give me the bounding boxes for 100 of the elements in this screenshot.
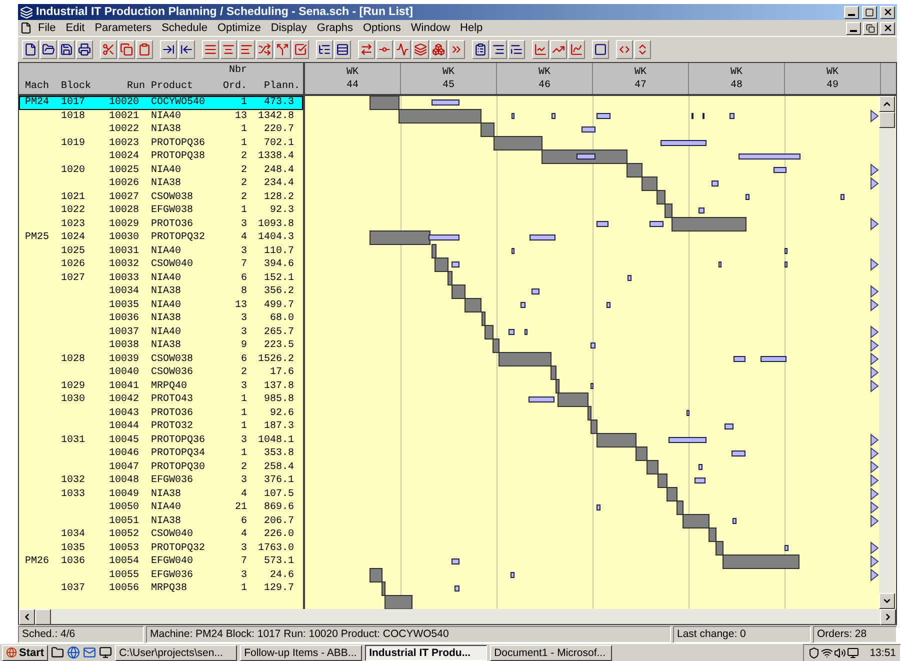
toolbar-button[interactable] <box>568 40 585 60</box>
table-row[interactable]: 10022 NIA38 1 220.7 <box>19 123 303 137</box>
table-row[interactable]: 10047 PROTOPQ30 2 258.4 <box>19 460 303 474</box>
menu-item[interactable]: Options <box>359 22 405 34</box>
toolbar-button[interactable] <box>430 40 447 60</box>
folder-icon[interactable] <box>51 646 64 660</box>
toolbar-button[interactable] <box>316 40 333 60</box>
table-row[interactable]: 10046 PROTOPQ34 1 353.8 <box>19 447 303 461</box>
scroll-thumb[interactable] <box>35 609 51 626</box>
table-row[interactable]: 1030 10042 PROTO43 1 985.8 <box>19 393 303 407</box>
toolbar-button[interactable] <box>448 40 465 60</box>
toolbar-button[interactable] <box>160 40 177 60</box>
toolbar-button[interactable] <box>238 40 255 60</box>
menu-item[interactable]: File <box>34 22 60 34</box>
toolbar-button[interactable] <box>472 40 489 60</box>
menu-item[interactable]: Display <box>266 22 311 34</box>
menu-item[interactable]: Schedule <box>158 22 212 34</box>
toolbar-button[interactable] <box>634 40 651 60</box>
scroll-thumb[interactable] <box>879 112 895 128</box>
table-row[interactable]: 1020 10025 NIA40 2 248.4 <box>19 164 303 178</box>
toolbar-button[interactable] <box>76 40 93 60</box>
toolbar-button[interactable] <box>412 40 429 60</box>
maximize-button[interactable] <box>862 6 877 19</box>
table-row[interactable]: 10038 NIA38 9 223.5 <box>19 339 303 353</box>
scroll-up-button[interactable] <box>879 96 895 112</box>
table-row[interactable]: 1035 10053 PROTOPQ32 3 1763.0 <box>19 542 303 556</box>
table-row[interactable]: 1033 10049 NIA38 4 107.5 <box>19 488 303 502</box>
toolbar-button[interactable] <box>490 40 507 60</box>
table-row[interactable]: 1029 10041 MRPQ40 3 137.8 <box>19 380 303 394</box>
table-row[interactable]: 10035 NIA40 13 499.7 <box>19 298 303 312</box>
table-row[interactable]: 10034 NIA38 8 356.2 <box>19 285 303 299</box>
menu-item[interactable]: Optimize <box>213 22 265 34</box>
monitor-icon[interactable] <box>846 646 859 659</box>
taskbar-button[interactable]: Follow-up Items - ABB... <box>240 644 362 661</box>
table-row[interactable]: 1027 10033 NIA40 6 152.1 <box>19 272 303 286</box>
scroll-left-button[interactable] <box>19 609 35 626</box>
table-row[interactable]: 1023 10029 PROTO36 3 1093.8 <box>19 218 303 232</box>
toolbar-button[interactable] <box>592 40 609 60</box>
toolbar-button[interactable] <box>376 40 393 60</box>
toolbar-button[interactable] <box>334 40 351 60</box>
table-row[interactable]: 1031 10045 PROTOPQ36 3 1048.1 <box>19 434 303 448</box>
toolbar-button[interactable] <box>394 40 411 60</box>
toolbar-button[interactable] <box>100 40 117 60</box>
table-row[interactable]: 1026 10032 CSOW040 7 394.6 <box>19 258 303 272</box>
toolbar-button[interactable] <box>136 40 153 60</box>
table-row[interactable]: 10036 NIA38 3 68.0 <box>19 312 303 326</box>
table-row[interactable]: 1032 10048 EFGW036 3 376.1 <box>19 474 303 488</box>
toolbar-button[interactable] <box>178 40 195 60</box>
close-button[interactable] <box>880 22 895 35</box>
toolbar-button[interactable] <box>22 40 39 60</box>
taskbar-button[interactable]: C:\User\projects\sen... <box>115 644 238 661</box>
menu-item[interactable]: Help <box>456 22 487 34</box>
table-row[interactable]: 1022 10028 EFGW038 1 92.3 <box>19 204 303 218</box>
toolbar-button[interactable] <box>118 40 135 60</box>
toolbar-button[interactable] <box>532 40 549 60</box>
menu-item[interactable]: Parameters <box>90 22 156 34</box>
menu-item[interactable]: Edit <box>62 22 89 34</box>
table-row[interactable]: 10037 NIA40 3 265.7 <box>19 326 303 340</box>
toolbar-button[interactable] <box>550 40 567 60</box>
start-button[interactable]: Start <box>2 644 48 661</box>
table-row[interactable]: 1034 10052 CSOW040 4 226.0 <box>19 528 303 542</box>
table-row[interactable]: PM25 1024 10030 PROTOPQ32 4 1404.3 <box>19 231 303 245</box>
taskbar-button[interactable]: Industrial IT Produ... <box>365 644 488 661</box>
minimize-button[interactable] <box>846 22 861 35</box>
menu-item[interactable]: Window <box>406 22 454 34</box>
mail-icon[interactable] <box>83 646 96 660</box>
table-row[interactable]: 10044 PROTO32 1 187.3 <box>19 420 303 434</box>
toolbar-button[interactable] <box>358 40 375 60</box>
table-row[interactable]: 10040 CSOW036 2 17.6 <box>19 366 303 380</box>
monitor-icon[interactable] <box>99 646 112 660</box>
globe-icon[interactable] <box>67 646 80 660</box>
table-row[interactable]: 10055 EFGW036 3 24.6 <box>19 568 303 582</box>
table-row[interactable]: 1037 10056 MRPQ38 1 129.7 <box>19 582 303 596</box>
toolbar-button[interactable] <box>292 40 309 60</box>
shield-icon[interactable] <box>808 646 820 659</box>
menu-item[interactable]: Graphs <box>312 22 357 34</box>
speaker-icon[interactable] <box>834 646 846 659</box>
toolbar-button[interactable] <box>274 40 291 60</box>
table-row[interactable]: 1019 10023 PROTOPQ36 1 702.1 <box>19 136 303 150</box>
close-button[interactable] <box>880 6 895 19</box>
table-row[interactable]: 10050 NIA40 21 869.6 <box>19 501 303 515</box>
scroll-down-button[interactable] <box>879 593 895 610</box>
toolbar-button[interactable] <box>40 40 57 60</box>
restore-button[interactable] <box>863 22 878 35</box>
table-row[interactable]: 1018 10021 NIA40 13 1342.8 <box>19 110 303 124</box>
taskbar-button[interactable]: Document1 - Microsof... <box>490 644 612 661</box>
table-row[interactable]: 10043 PROTO36 1 92.6 <box>19 406 303 420</box>
table-row[interactable]: 10051 NIA38 6 206.7 <box>19 514 303 528</box>
table-row[interactable]: 10026 NIA38 2 234.4 <box>19 177 303 191</box>
toolbar-button[interactable] <box>616 40 633 60</box>
toolbar-button[interactable] <box>256 40 273 60</box>
toolbar-button[interactable] <box>58 40 75 60</box>
minimize-button[interactable] <box>844 6 859 19</box>
table-row[interactable]: 1021 10027 CSOW038 2 128.2 <box>19 190 303 204</box>
toolbar-button[interactable] <box>220 40 237 60</box>
table-row[interactable]: 10024 PROTOPQ38 2 1338.4 <box>19 150 303 164</box>
toolbar-button[interactable] <box>202 40 219 60</box>
toolbar-button[interactable] <box>508 40 525 60</box>
table-row[interactable]: 1028 10039 CSOW038 6 1526.2 <box>19 352 303 366</box>
table-row[interactable]: 1025 10031 NIA40 3 110.7 <box>19 244 303 258</box>
